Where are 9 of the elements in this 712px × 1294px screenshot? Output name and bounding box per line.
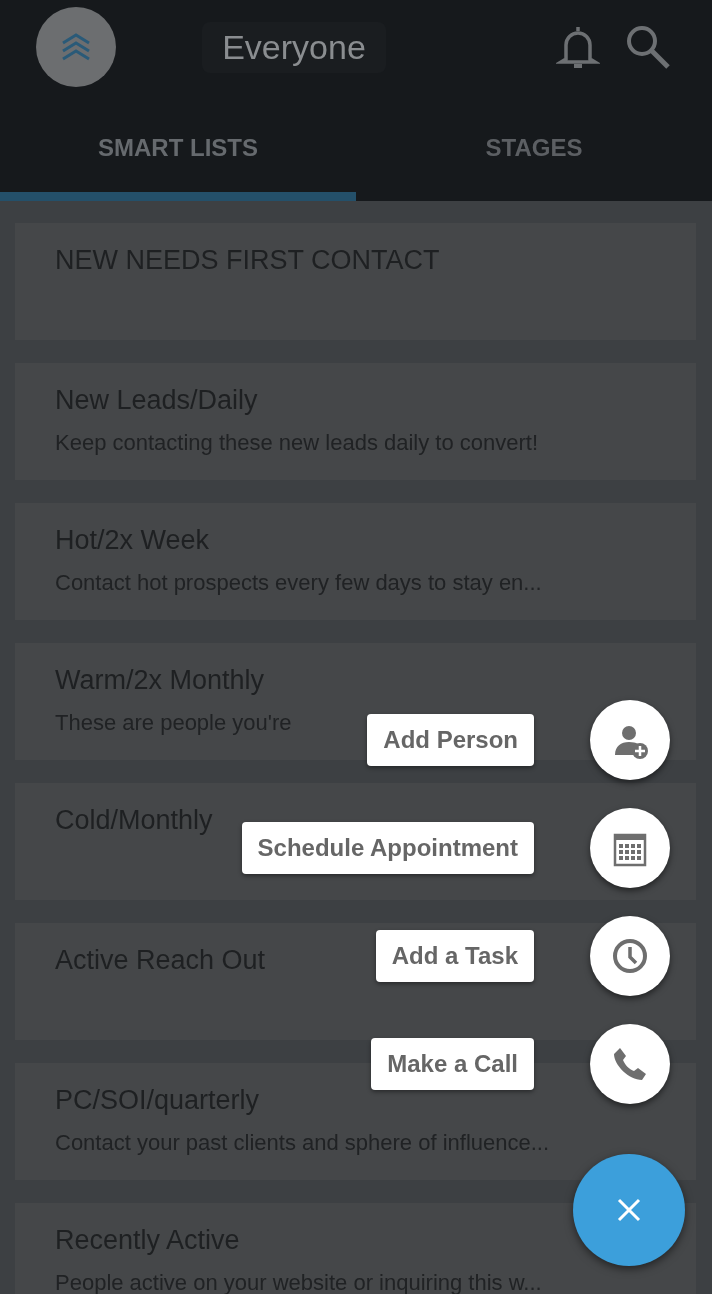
action-label[interactable]: Make a Call — [371, 1038, 534, 1090]
action-label[interactable]: Add a Task — [375, 930, 534, 982]
action-label[interactable]: Schedule Appointment — [241, 822, 534, 874]
list-title-dropdown[interactable]: Everyone — [202, 21, 386, 73]
search-icon[interactable] — [624, 23, 672, 71]
tab[interactable]: STAGES — [356, 94, 712, 201]
action-label[interactable]: Add Person — [367, 714, 534, 766]
tab[interactable]: SMART LISTS — [0, 94, 356, 201]
close-icon — [617, 1198, 641, 1222]
